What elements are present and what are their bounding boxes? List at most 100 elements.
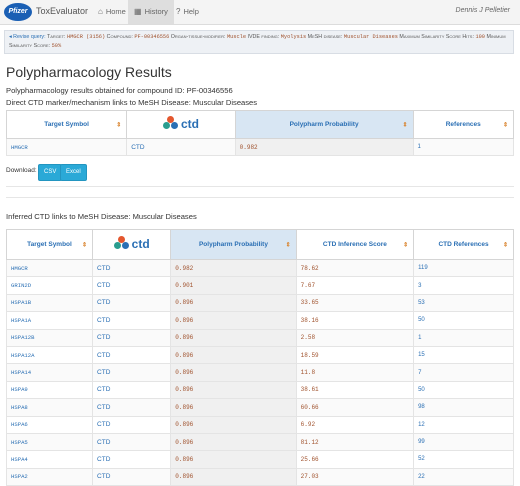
col-label: Target Symbol (44, 121, 89, 128)
cell-inference-score: 7.67 (295, 276, 415, 295)
cell-source[interactable]: CTD (126, 137, 236, 157)
cell-inference-score: 2.58 (295, 328, 415, 347)
cell-symbol[interactable]: HSPA1B (5, 293, 94, 313)
query-key: Target: (47, 34, 66, 40)
ctd-logo-text: ctd (131, 236, 150, 251)
page-title: Polypharmacology Results (6, 64, 172, 80)
cell-source[interactable]: CTD (92, 450, 172, 469)
divider (6, 186, 514, 187)
query-value: Muscular Diseases (343, 34, 398, 40)
cell-references[interactable]: 119 (413, 258, 514, 278)
cell-source[interactable]: CTD (92, 293, 172, 313)
cell-inference-score: 60.66 (295, 398, 415, 417)
cell-source[interactable]: CTD (92, 276, 172, 295)
table-row: HSPA4 CTD 0.896 25.66 52 (5, 450, 514, 469)
pfizer-logo[interactable]: Pfizer (4, 3, 32, 21)
cell-references[interactable]: 52 (413, 450, 514, 469)
cell-symbol[interactable]: HMGCR (5, 258, 94, 278)
ctd-hex-icon (113, 236, 130, 251)
cell-source[interactable]: CTD (92, 363, 172, 382)
table-row: HSPA8 CTD 0.896 60.66 98 (5, 398, 514, 417)
col-ctd-logo[interactable]: ctd (92, 229, 172, 260)
cell-symbol[interactable]: HSPA4 (5, 450, 94, 469)
cell-inference-score: 18.59 (295, 345, 415, 365)
cell-probability: 0.896 (170, 293, 297, 313)
nav-history-label: History (144, 7, 168, 16)
cell-references[interactable]: 12 (413, 415, 514, 434)
cell-symbol[interactable]: HMGCR (5, 137, 128, 157)
cell-probability: 0.896 (170, 345, 297, 365)
cell-references[interactable]: 7 (413, 363, 514, 382)
csv-button[interactable]: CSV (38, 164, 63, 181)
table-row: HSPA1B CTD 0.896 33.65 53 (5, 293, 514, 313)
col-references[interactable]: References ⇕ (412, 110, 514, 139)
excel-button[interactable]: Excel (60, 164, 87, 181)
nav-help-label: Help (183, 7, 199, 16)
cell-references[interactable]: 53 (413, 293, 514, 313)
cell-probability: 0.896 (170, 450, 297, 469)
col-label: Polypharm Probability (198, 241, 268, 248)
col-label: CTD Inference Score (322, 241, 387, 248)
cell-symbol[interactable]: HSPA9 (5, 380, 94, 400)
cell-inference-score: 25.66 (295, 450, 415, 469)
sort-icon: ⇕ (82, 242, 88, 248)
inferred-table-body: HMGCR CTD 0.982 78.62 119 GRIN2D CTD 0.901 7.67… (5, 258, 514, 486)
cell-references[interactable]: 99 (413, 432, 514, 452)
cell-references[interactable]: 3 (413, 276, 514, 295)
cell-symbol[interactable]: HSPA5 (5, 432, 94, 452)
cell-probability: 0.896 (170, 363, 297, 382)
cell-references[interactable]: 15 (413, 345, 514, 365)
cell-symbol[interactable]: HSPA1A (5, 311, 94, 330)
sort-icon: ⇕ (116, 122, 122, 128)
col-ctd-logo[interactable]: ctd (126, 110, 236, 139)
col-target-symbol[interactable]: Target Symbol ⇕ (5, 110, 128, 139)
help-icon: ? (176, 7, 181, 16)
cell-source[interactable]: CTD (92, 345, 172, 365)
cell-symbol[interactable]: HSPA12B (5, 328, 94, 347)
col-ctd-inference-score[interactable]: CTD Inference Score ⇕ (295, 229, 415, 260)
cell-references[interactable]: 1 (413, 328, 514, 347)
cell-source[interactable]: CTD (92, 258, 172, 278)
app-brand[interactable]: ToxEvaluator (36, 6, 88, 16)
cell-references[interactable]: 98 (413, 398, 514, 417)
table-row: HMGCR CTD 0.982 1 (5, 137, 514, 157)
col-polypharm-probability[interactable]: Polypharm Probability ⇕ (170, 229, 297, 260)
nav-history[interactable]: ▦ History (128, 0, 174, 24)
nav-home-label: Home (105, 7, 126, 16)
col-ctd-references[interactable]: CTD References ⇕ (413, 229, 514, 260)
cell-references[interactable]: 50 (413, 311, 514, 330)
inferred-heading: Inferred CTD links to MeSH Disease: Musc… (6, 212, 197, 221)
cell-symbol[interactable]: HSPA14 (5, 363, 94, 382)
cell-symbol[interactable]: HSPA6 (5, 415, 94, 434)
col-target-symbol[interactable]: Target Symbol ⇕ (5, 229, 94, 260)
cell-probability: 0.896 (170, 415, 297, 434)
cell-source[interactable]: CTD (92, 311, 172, 330)
sort-icon: ⇕ (502, 242, 508, 248)
nav-help[interactable]: ? Help (170, 0, 205, 24)
ctd-logo: ctd (113, 236, 150, 251)
cell-symbol[interactable]: HSPA12A (5, 345, 94, 365)
user-name[interactable]: Dennis J Pelletier (456, 7, 510, 14)
cell-references[interactable]: 50 (413, 380, 514, 400)
query-breadcrumb: ◂ Revise query: Target: HMGCR (3156) Com… (4, 30, 514, 54)
nav-home[interactable]: ⌂ Home (92, 0, 132, 24)
cell-symbol[interactable]: HSPA8 (5, 398, 94, 417)
col-polypharm-probability[interactable]: Polypharm Probability ⇕ (234, 110, 414, 139)
cell-symbol[interactable]: GRIN2D (5, 276, 94, 295)
page-subtitle: Polypharmacology results obtained for co… (6, 86, 233, 95)
cell-source[interactable]: CTD (92, 432, 172, 452)
sort-icon: ⇕ (285, 242, 291, 248)
cell-source[interactable]: CTD (92, 415, 172, 434)
cell-inference-score: 11.8 (295, 363, 415, 382)
cell-references[interactable]: 1 (412, 137, 514, 157)
table-row: GRIN2D CTD 0.901 7.67 3 (5, 276, 514, 295)
table-row: HSPA6 CTD 0.896 6.92 12 (5, 415, 514, 434)
sort-icon: ⇕ (403, 242, 409, 248)
cell-source[interactable]: CTD (92, 380, 172, 400)
cell-source[interactable]: CTD (92, 398, 172, 417)
revise-query-link[interactable]: Revise query: (13, 34, 45, 40)
cell-source[interactable]: CTD (92, 328, 172, 347)
table-row: HMGCR CTD 0.982 78.62 119 (5, 258, 514, 278)
cell-inference-score: 6.92 (295, 415, 415, 434)
back-arrow-icon[interactable]: ◂ (9, 34, 12, 40)
